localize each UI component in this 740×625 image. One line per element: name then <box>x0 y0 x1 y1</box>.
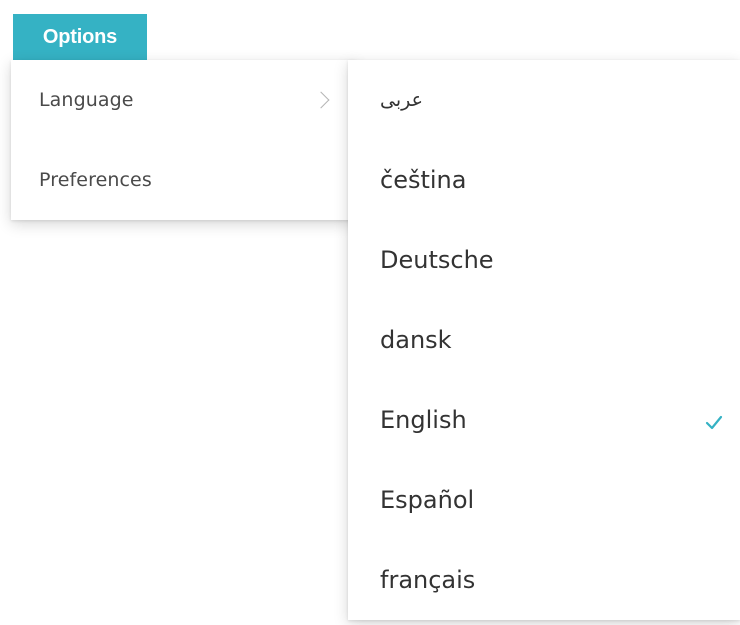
language-option-german[interactable]: Deutsche <box>348 220 740 300</box>
language-option-label: Español <box>380 486 475 514</box>
language-option-label: čeština <box>380 166 467 194</box>
language-option-danish[interactable]: dansk <box>348 300 740 380</box>
language-option-label: dansk <box>380 326 452 354</box>
menu-item-label: Preferences <box>39 169 152 191</box>
chevron-right-icon <box>312 91 330 109</box>
language-option-czech[interactable]: čeština <box>348 140 740 220</box>
menu-item-preferences[interactable]: Preferences <box>11 140 356 220</box>
language-option-label: عربى <box>380 89 423 111</box>
language-option-english[interactable]: English <box>348 380 740 460</box>
language-option-french[interactable]: français <box>348 540 740 620</box>
options-dropdown-menu: Language Preferences <box>11 60 356 220</box>
language-option-label: français <box>380 566 476 594</box>
language-option-label: Deutsche <box>380 246 494 274</box>
options-menu-stage: Options Language Preferences عربى češtin… <box>0 0 740 625</box>
language-option-spanish[interactable]: Español <box>348 460 740 540</box>
language-option-label: English <box>380 406 467 434</box>
menu-item-label: Language <box>39 89 134 111</box>
language-submenu: عربى čeština Deutsche dansk English Espa… <box>348 60 740 620</box>
options-button[interactable]: Options <box>13 14 147 60</box>
checkmark-icon <box>705 415 723 430</box>
language-option-arabic[interactable]: عربى <box>348 60 740 140</box>
menu-item-language[interactable]: Language <box>11 60 356 140</box>
